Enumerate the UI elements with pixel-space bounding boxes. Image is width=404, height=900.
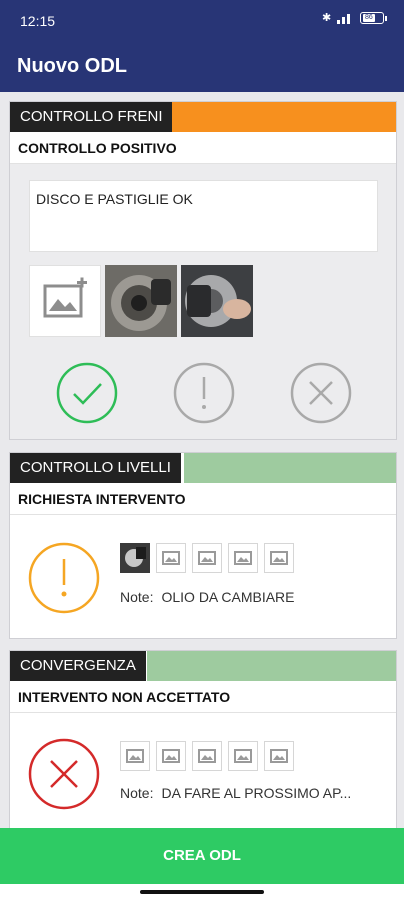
- image-icon: [162, 749, 180, 763]
- card-accent-bar: [184, 453, 396, 483]
- image-placeholder[interactable]: [264, 543, 294, 573]
- note-text: Note: OLIO DA CAMBIARE: [120, 589, 295, 605]
- photo-strip: [29, 265, 253, 337]
- status-icons: ✱ 86: [322, 12, 387, 24]
- note-value: OLIO DA CAMBIARE: [161, 589, 295, 605]
- close-icon[interactable]: [290, 362, 352, 424]
- add-photo-button[interactable]: [29, 265, 101, 337]
- image-placeholder[interactable]: [156, 741, 186, 771]
- note-label: Note:: [120, 589, 154, 605]
- photo-strip: [120, 543, 294, 573]
- add-image-icon: [43, 277, 87, 318]
- status-time: 12:15: [20, 13, 56, 29]
- image-placeholder[interactable]: [228, 741, 258, 771]
- battery-icon: 86: [360, 12, 387, 24]
- image-placeholder[interactable]: [264, 741, 294, 771]
- warning-icon[interactable]: [173, 362, 235, 424]
- card-header: CONTROLLO FRENI: [10, 102, 396, 132]
- image-icon: [234, 551, 252, 565]
- card-status: CONTROLLO POSITIVO: [10, 132, 396, 164]
- image-icon: [270, 551, 288, 565]
- image-icon: [162, 551, 180, 565]
- photo-strip: [120, 741, 294, 771]
- bluetooth-icon: ✱: [322, 12, 332, 24]
- photo-thumbnail[interactable]: [105, 265, 177, 337]
- image-icon: [198, 551, 216, 565]
- card-accent-bar: [172, 102, 396, 132]
- status-bar: 12:15 ✱ 86: [0, 0, 404, 40]
- card-header: CONTROLLO LIVELLI: [10, 453, 396, 483]
- close-icon: [28, 738, 100, 810]
- check-icon[interactable]: [56, 362, 118, 424]
- card-header: CONVERGENZA: [10, 651, 396, 681]
- image-placeholder[interactable]: [156, 543, 186, 573]
- note-input[interactable]: DISCO E PASTIGLIE OK: [29, 180, 378, 252]
- card-status: RICHIESTA INTERVENTO: [10, 483, 396, 515]
- battery-level: 86: [363, 14, 375, 22]
- image-icon: [198, 749, 216, 763]
- image-placeholder[interactable]: [192, 741, 222, 771]
- app-bar: Nuovo ODL: [0, 40, 404, 92]
- note-label: Note:: [120, 785, 154, 801]
- create-odl-button[interactable]: CREA ODL: [0, 828, 404, 884]
- image-placeholder[interactable]: [228, 543, 258, 573]
- check-card-alignment[interactable]: CONVERGENZA INTERVENTO NON ACCETTATO Not…: [9, 650, 397, 840]
- navigation-bar: [0, 884, 404, 900]
- check-card-brakes: CONTROLLO FRENI CONTROLLO POSITIVO DISCO…: [9, 101, 397, 440]
- image-placeholder[interactable]: [192, 543, 222, 573]
- image-icon: [270, 749, 288, 763]
- card-status: INTERVENTO NON ACCETTATO: [10, 681, 396, 713]
- warning-icon: [28, 542, 100, 614]
- card-accent-bar: [147, 651, 396, 681]
- check-card-levels[interactable]: CONTROLLO LIVELLI RICHIESTA INTERVENTO N…: [9, 452, 397, 639]
- note-text: Note: DA FARE AL PROSSIMO AP...: [120, 785, 351, 801]
- page-title: Nuovo ODL: [17, 55, 127, 77]
- photo-thumbnail[interactable]: [120, 543, 150, 573]
- card-category: CONTROLLO FRENI: [10, 102, 173, 132]
- image-placeholder[interactable]: [120, 741, 150, 771]
- home-indicator[interactable]: [140, 890, 264, 894]
- image-icon: [126, 749, 144, 763]
- note-value: DA FARE AL PROSSIMO AP...: [161, 785, 352, 801]
- card-category: CONVERGENZA: [10, 651, 146, 681]
- photo-thumbnail[interactable]: [181, 265, 253, 337]
- signal-icon: [337, 14, 350, 24]
- card-category: CONTROLLO LIVELLI: [10, 453, 181, 483]
- image-icon: [234, 749, 252, 763]
